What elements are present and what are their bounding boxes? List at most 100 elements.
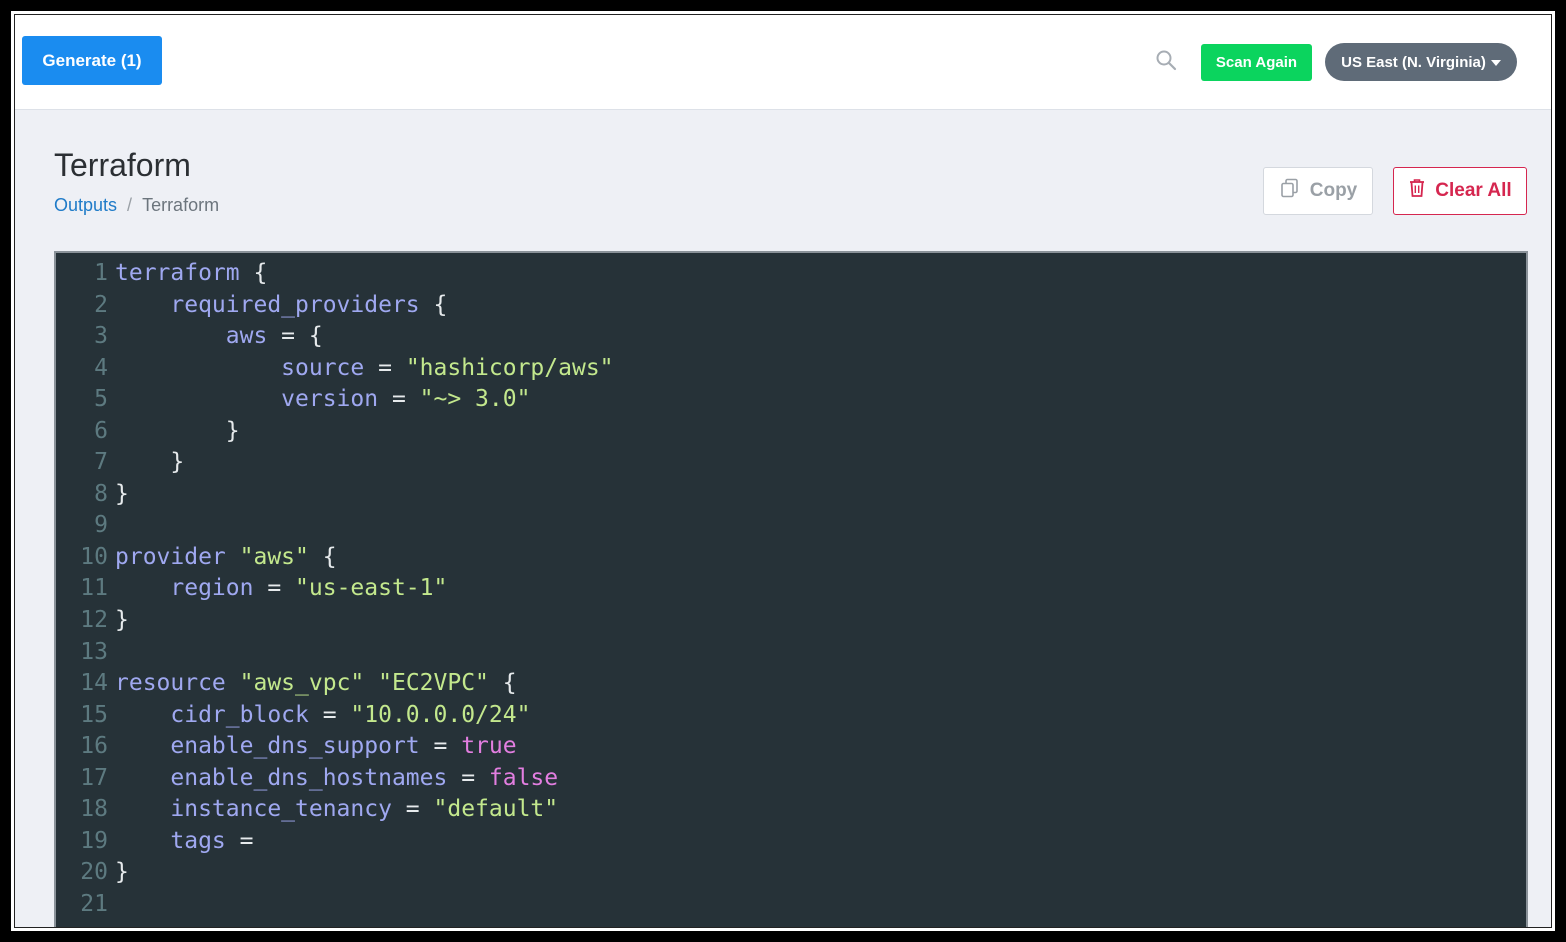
code-text: region = "us-east-1"	[115, 573, 447, 605]
code-token: "aws_vpc"	[239, 670, 365, 697]
code-token: =	[419, 733, 462, 760]
scan-again-button[interactable]: Scan Again	[1201, 44, 1312, 81]
line-number: 17	[80, 764, 108, 791]
code-token: "10.0.0.0/24"	[350, 701, 531, 728]
line-number: 19	[80, 827, 108, 854]
code-token: enable_dns_support	[170, 733, 420, 760]
line-number: 16	[80, 733, 108, 760]
code-text: provider "aws" {	[115, 542, 337, 574]
code-token: }	[115, 417, 240, 444]
code-token: false	[488, 764, 559, 791]
line-number: 13	[80, 638, 108, 665]
trash-icon	[1408, 178, 1426, 204]
code-token: "EC2VPC"	[378, 670, 489, 697]
clear-all-button[interactable]: Clear All	[1393, 167, 1527, 215]
line-number: 4	[94, 354, 108, 381]
generate-button[interactable]: Generate (1)	[22, 36, 162, 85]
copy-button[interactable]: Copy	[1263, 167, 1373, 215]
code-text: enable_dns_support = true	[115, 731, 516, 763]
breadcrumb: Outputs / Terraform	[54, 195, 219, 216]
code-line: 15 cidr_block = "10.0.0.0/24"	[56, 700, 1526, 732]
code-text: resource "aws_vpc" "EC2VPC" {	[115, 668, 517, 700]
code-token: version	[281, 386, 379, 413]
code-text: version = "~> 3.0"	[115, 384, 530, 416]
line-number: 2	[94, 291, 108, 318]
code-line: 3 aws = {	[56, 321, 1526, 353]
code-line: 12}	[56, 605, 1526, 637]
code-line: 1 terraform {	[56, 258, 1526, 290]
window-frame: Generate (1) Scan Again US East (N. Virg…	[8, 8, 1558, 934]
breadcrumb-outputs-link[interactable]: Outputs	[54, 195, 117, 216]
code-token: =	[308, 701, 351, 728]
code-text: tags =	[115, 826, 253, 858]
region-dropdown[interactable]: US East (N. Virginia)	[1325, 43, 1517, 81]
code-line: 13	[56, 637, 1526, 669]
code-token: }	[115, 449, 185, 476]
code-editor[interactable]: 1 terraform {2 required_providers {3 aws …	[54, 251, 1528, 927]
code-line: 14 resource "aws_vpc" "EC2VPC" {	[56, 668, 1526, 700]
code-text: terraform {	[115, 258, 267, 290]
breadcrumb-current: Terraform	[142, 195, 220, 215]
code-text: aws = {	[115, 321, 323, 353]
code-line: 10 provider "aws" {	[56, 542, 1526, 574]
code-text: source = "hashicorp/aws"	[115, 353, 614, 385]
code-line: 4 source = "hashicorp/aws"	[56, 353, 1526, 385]
code-line: 9	[56, 510, 1526, 542]
code-token: }	[115, 480, 129, 507]
top-toolbar: Generate (1) Scan Again US East (N. Virg…	[15, 15, 1551, 110]
code-token: {	[419, 291, 448, 318]
code-token: aws	[225, 323, 268, 350]
line-number: 9	[94, 512, 108, 539]
code-text: enable_dns_hostnames = false	[115, 763, 558, 795]
line-number: 6	[94, 417, 108, 444]
code-line: 7 }	[56, 447, 1526, 479]
line-number: 3	[94, 323, 108, 350]
line-number: 7	[94, 449, 108, 476]
code-line: 20}	[56, 857, 1526, 889]
code-token: {	[488, 670, 517, 697]
code-token: enable_dns_hostnames	[170, 764, 448, 791]
code-token: required_providers	[170, 291, 420, 318]
app-container: Generate (1) Scan Again US East (N. Virg…	[14, 14, 1552, 928]
copy-icon	[1279, 177, 1301, 205]
code-text: }	[115, 857, 129, 889]
code-text: }	[115, 605, 129, 637]
code-token: {	[239, 260, 268, 286]
code-text: required_providers {	[115, 290, 447, 322]
code-token: "default"	[433, 796, 559, 823]
code-token: "~> 3.0"	[419, 386, 531, 413]
line-number: 5	[94, 386, 108, 413]
line-number: 14	[80, 670, 108, 697]
code-token: "us-east-1"	[295, 575, 448, 602]
code-line: 5 version = "~> 3.0"	[56, 384, 1526, 416]
code-token: }	[115, 859, 129, 886]
line-number: 1	[94, 260, 108, 286]
search-icon[interactable]	[1155, 49, 1177, 71]
code-line: 6 }	[56, 416, 1526, 448]
line-number: 18	[80, 796, 108, 823]
code-text: }	[115, 447, 184, 479]
caret-down-icon	[1490, 59, 1501, 66]
code-text: cidr_block = "10.0.0.0/24"	[115, 700, 530, 732]
code-line: 11 region = "us-east-1"	[56, 573, 1526, 605]
code-token: "hashicorp/aws"	[405, 354, 614, 381]
code-line: 17 enable_dns_hostnames = false	[56, 763, 1526, 795]
code-token: cidr_block	[170, 701, 309, 728]
breadcrumb-separator: /	[127, 195, 133, 215]
copy-label: Copy	[1309, 180, 1358, 201]
code-line: 8}	[56, 479, 1526, 511]
line-number: 15	[80, 701, 108, 728]
code-token: {	[308, 543, 337, 570]
clear-all-label: Clear All	[1435, 180, 1512, 201]
code-line: 19 tags =	[56, 826, 1526, 858]
code-token: =	[364, 354, 406, 381]
